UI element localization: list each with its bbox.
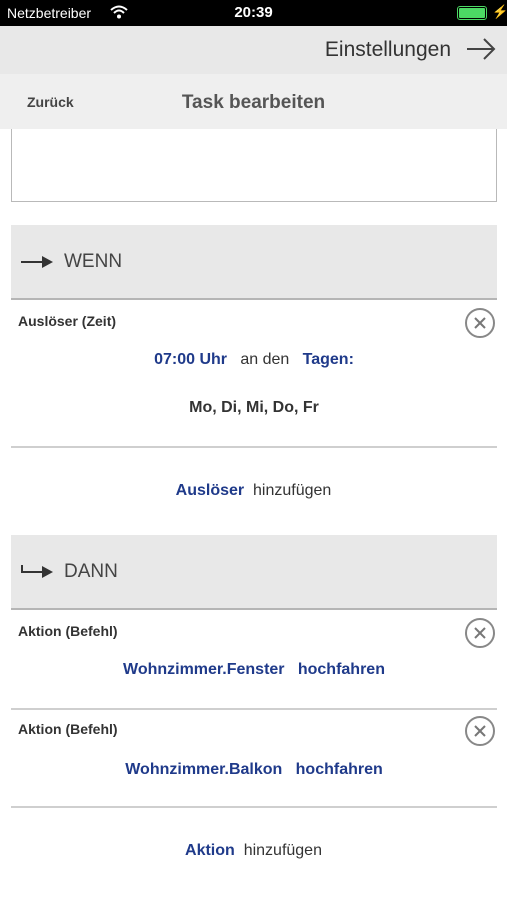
charging-icon: ⚡ xyxy=(492,4,507,19)
add-trigger-keyword: Auslöser xyxy=(175,482,245,499)
trigger-days[interactable]: Mo, Di, Mi, Do, Fr xyxy=(11,399,497,417)
close-icon[interactable] xyxy=(465,618,495,648)
trigger-card[interactable]: Auslöser (Zeit) 07:00 Uhr an den Tagen: … xyxy=(11,302,497,447)
then-label: DANN xyxy=(64,561,118,582)
navigation-bar: Task bearbeiten Zurück xyxy=(0,74,507,129)
trigger-connector: an den xyxy=(240,351,290,368)
add-action-text: hinzufügen xyxy=(243,842,322,859)
then-section-header: DANN xyxy=(11,535,497,610)
arrow-right-icon[interactable] xyxy=(465,37,497,66)
description-field[interactable] xyxy=(11,129,497,202)
add-trigger-button[interactable]: Auslöser hinzufügen xyxy=(0,482,507,500)
action-command-line: Wohnzimmer.Balkon hochfahren xyxy=(11,761,497,779)
action-card[interactable]: Aktion (Befehl) Wohnzimmer.Fenster hochf… xyxy=(11,612,497,708)
action-target[interactable]: Wohnzimmer.Balkon xyxy=(125,761,282,778)
arrow-right-icon xyxy=(20,254,54,275)
action-command-line: Wohnzimmer.Fenster hochfahren xyxy=(11,661,497,679)
action-command[interactable]: hochfahren xyxy=(296,761,383,778)
settings-bar: Einstellungen xyxy=(0,26,507,74)
add-action-keyword: Aktion xyxy=(185,842,235,859)
action-command[interactable]: hochfahren xyxy=(298,661,385,678)
add-action-button[interactable]: Aktion hinzufügen xyxy=(0,842,507,860)
close-icon[interactable] xyxy=(465,308,495,338)
add-trigger-text: hinzufügen xyxy=(253,482,332,499)
settings-link[interactable]: Einstellungen xyxy=(325,38,451,62)
trigger-time-line: 07:00 Uhr an den Tagen: xyxy=(11,351,497,369)
battery-icon xyxy=(457,6,487,20)
page-title: Task bearbeiten xyxy=(181,92,326,113)
arrow-return-icon xyxy=(20,564,54,585)
action-title: Aktion (Befehl) xyxy=(18,623,118,639)
trigger-title: Auslöser (Zeit) xyxy=(18,313,117,329)
close-icon[interactable] xyxy=(465,716,495,746)
action-target[interactable]: Wohnzimmer.Fenster xyxy=(123,661,285,678)
clock: 20:39 xyxy=(234,4,273,21)
divider xyxy=(11,446,497,448)
action-card[interactable]: Aktion (Befehl) Wohnzimmer.Balkon hochfa… xyxy=(11,710,497,806)
status-bar: Netzbetreiber 20:39 ⚡ xyxy=(0,0,507,26)
trigger-days-label[interactable]: Tagen: xyxy=(303,351,354,368)
back-button[interactable]: Zurück xyxy=(27,94,74,110)
trigger-time[interactable]: 07:00 Uhr xyxy=(154,351,227,368)
divider xyxy=(11,806,497,808)
when-section-header: WENN xyxy=(11,225,497,300)
when-label: WENN xyxy=(64,251,123,272)
action-title: Aktion (Befehl) xyxy=(18,721,118,737)
